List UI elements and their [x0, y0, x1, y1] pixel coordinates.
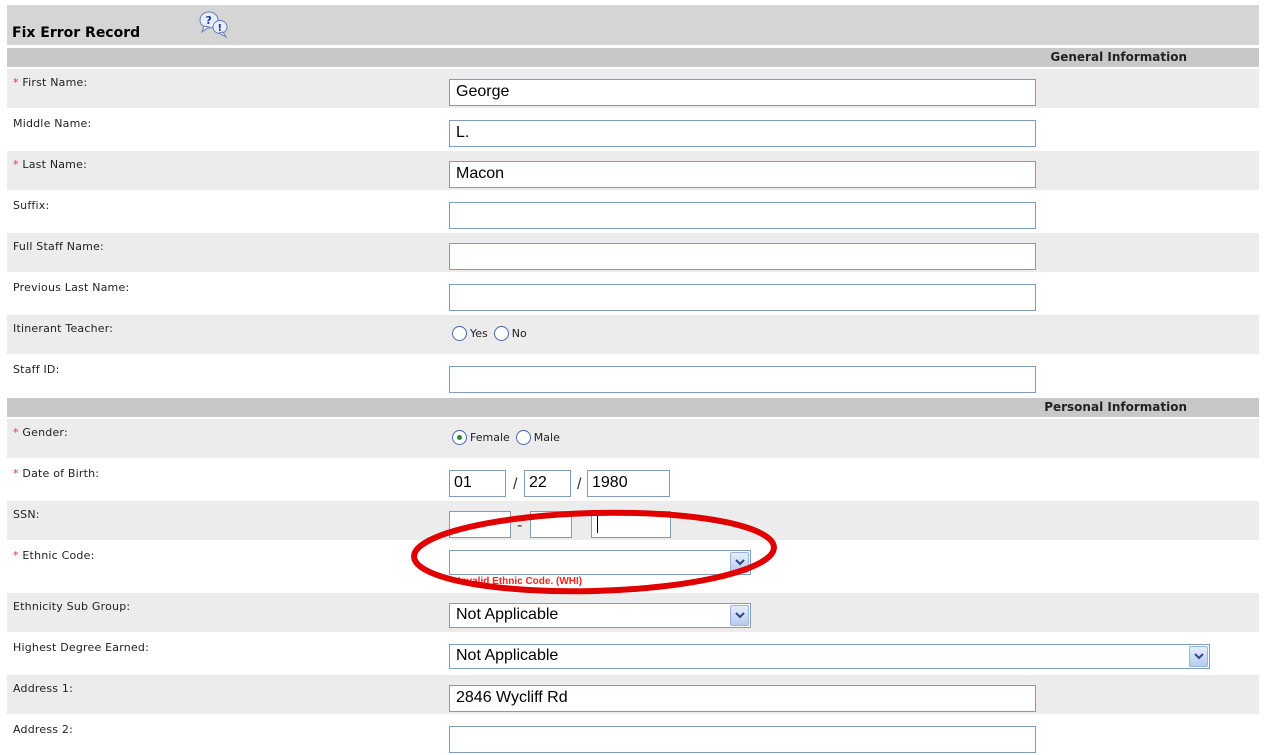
- itinerant-teacher-radio-group: Yes No: [452, 326, 533, 341]
- svg-text:!: !: [218, 23, 223, 34]
- ethnic-code-label: * Ethnic Code:: [13, 549, 95, 562]
- full-staff-name-input[interactable]: [449, 243, 1036, 270]
- suffix-input[interactable]: [449, 202, 1036, 229]
- dob-day-input[interactable]: 22: [524, 470, 571, 497]
- row-itinerant-teacher: Itinerant Teacher: Yes No: [7, 313, 1259, 354]
- ethnicity-sub-group-value: Not Applicable: [456, 606, 559, 623]
- itinerant-yes-radio[interactable]: [452, 326, 467, 341]
- dob-month-input[interactable]: 01: [449, 470, 506, 497]
- fix-error-record-form: Fix Error Record ? ! General Information…: [7, 5, 1259, 755]
- ethnic-code-error-message: * Invalid Ethnic Code. (WHI): [451, 576, 583, 587]
- ssn-label: SSN:: [13, 508, 40, 521]
- gender-female-label[interactable]: Female: [470, 431, 510, 444]
- required-asterisk: *: [13, 158, 19, 171]
- middle-name-input[interactable]: L.: [449, 120, 1036, 147]
- gender-female-radio[interactable]: [452, 430, 467, 445]
- ssn-part2-input[interactable]: [530, 511, 572, 538]
- itinerant-no-label[interactable]: No: [512, 327, 527, 340]
- chevron-down-icon[interactable]: [1189, 646, 1208, 667]
- title-bar: Fix Error Record ? !: [7, 5, 1259, 45]
- itinerant-no-radio[interactable]: [493, 326, 509, 341]
- previous-last-name-label: Previous Last Name:: [13, 281, 130, 294]
- required-asterisk: *: [13, 549, 19, 562]
- help-question-icon[interactable]: ? !: [197, 9, 231, 39]
- address2-input[interactable]: [449, 726, 1036, 753]
- ethnicity-sub-group-label: Ethnicity Sub Group:: [13, 600, 131, 613]
- ssn-part1-input[interactable]: [449, 511, 511, 538]
- gender-radio-group: Female Male: [452, 430, 566, 445]
- suffix-label: Suffix:: [13, 199, 50, 212]
- required-asterisk: *: [13, 467, 19, 480]
- required-asterisk: *: [13, 76, 19, 89]
- row-first-name: * First Name: George: [7, 67, 1259, 108]
- dob-separator: /: [513, 476, 518, 493]
- row-date-of-birth: * Date of Birth: 01 / 22 / 1980: [7, 458, 1259, 499]
- required-asterisk: *: [13, 426, 19, 439]
- row-previous-last-name: Previous Last Name:: [7, 272, 1259, 313]
- address1-label: Address 1:: [13, 682, 74, 695]
- last-name-label: * Last Name:: [13, 158, 87, 171]
- row-ssn: SSN: -: [7, 499, 1259, 540]
- gender-label: * Gender:: [13, 426, 68, 439]
- itinerant-yes-label[interactable]: Yes: [470, 327, 488, 340]
- dob-label: * Date of Birth:: [13, 467, 100, 480]
- section-title: General Information: [1050, 50, 1187, 64]
- highest-degree-label: Highest Degree Earned:: [13, 641, 149, 654]
- dob-year-input[interactable]: 1980: [587, 470, 670, 497]
- gender-male-radio[interactable]: [515, 430, 531, 445]
- staff-id-label: Staff ID:: [13, 363, 60, 376]
- row-ethnicity-sub-group: Ethnicity Sub Group: Not Applicable: [7, 591, 1259, 632]
- dob-separator: /: [577, 476, 582, 493]
- ethnicity-sub-group-select[interactable]: Not Applicable: [449, 603, 751, 628]
- chevron-down-icon[interactable]: [730, 605, 749, 626]
- ssn-part3-input[interactable]: [591, 511, 671, 538]
- page-title: Fix Error Record: [12, 25, 141, 41]
- row-gender: * Gender: Female Male: [7, 417, 1259, 458]
- highest-degree-value: Not Applicable: [456, 647, 559, 664]
- section-title: Personal Information: [1044, 400, 1187, 414]
- address2-label: Address 2:: [13, 723, 74, 736]
- svg-text:?: ?: [206, 14, 212, 27]
- ethnic-code-select[interactable]: [449, 550, 751, 575]
- row-address1: Address 1: 2846 Wycliff Rd: [7, 673, 1259, 714]
- row-highest-degree: Highest Degree Earned: Not Applicable: [7, 632, 1259, 673]
- row-full-staff-name: Full Staff Name:: [7, 231, 1259, 272]
- staff-id-input[interactable]: [449, 366, 1036, 393]
- ssn-separator: -: [517, 517, 523, 534]
- full-staff-name-label: Full Staff Name:: [13, 240, 104, 253]
- row-last-name: * Last Name: Macon: [7, 149, 1259, 190]
- row-ethnic-code: * Ethnic Code: * Invalid Ethnic Code. (W…: [7, 540, 1259, 591]
- last-name-input[interactable]: Macon: [449, 161, 1036, 188]
- itinerant-teacher-label: Itinerant Teacher:: [13, 322, 114, 335]
- section-header-general: General Information: [7, 47, 1259, 67]
- row-suffix: Suffix:: [7, 190, 1259, 231]
- row-staff-id: Staff ID:: [7, 354, 1259, 395]
- address1-input[interactable]: 2846 Wycliff Rd: [449, 685, 1036, 712]
- chevron-down-icon[interactable]: [730, 552, 749, 573]
- gender-male-label[interactable]: Male: [534, 431, 560, 444]
- section-header-personal: Personal Information: [7, 397, 1259, 417]
- text-cursor: [597, 516, 598, 533]
- first-name-input[interactable]: George: [449, 79, 1036, 106]
- row-address2: Address 2:: [7, 714, 1259, 755]
- row-middle-name: Middle Name: L.: [7, 108, 1259, 149]
- middle-name-label: Middle Name:: [13, 117, 92, 130]
- first-name-label: * First Name:: [13, 76, 88, 89]
- previous-last-name-input[interactable]: [449, 284, 1036, 311]
- highest-degree-select[interactable]: Not Applicable: [449, 644, 1210, 669]
